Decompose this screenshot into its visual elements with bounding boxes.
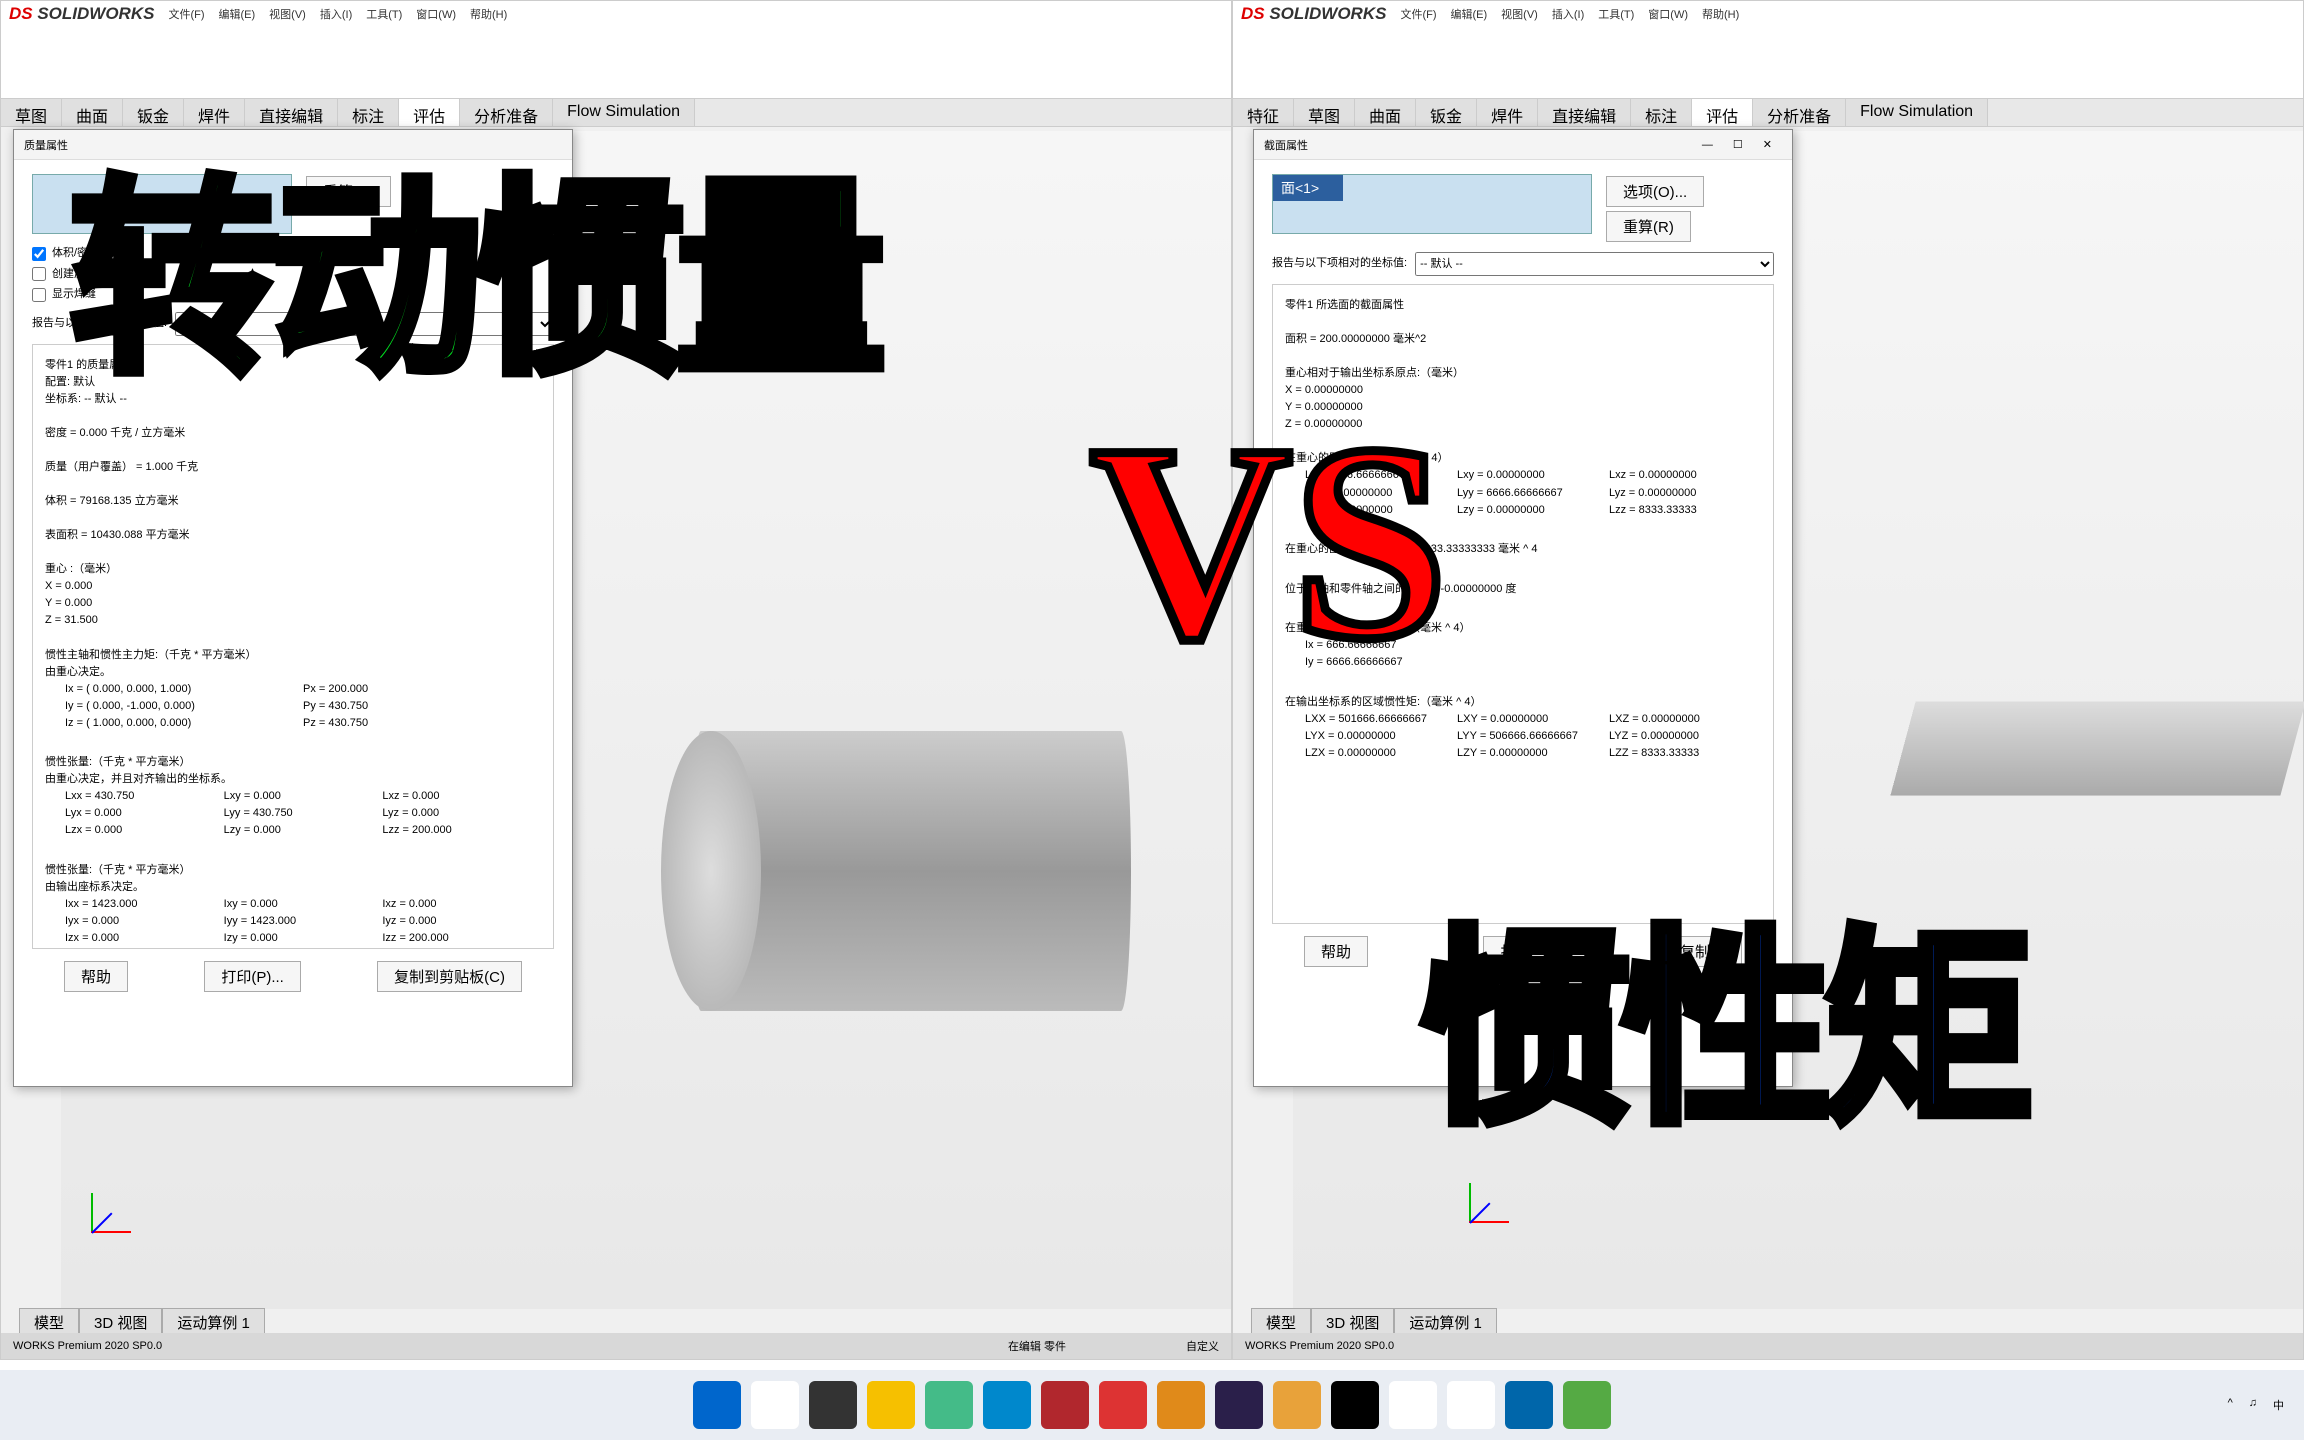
tab-sketch[interactable]: 草图 — [1294, 99, 1355, 126]
menu-tools[interactable]: 工具(T) — [1598, 6, 1634, 22]
report-label: 报告与以下项相对的坐标值: — [1272, 255, 1407, 273]
view-triad[interactable] — [85, 1167, 157, 1239]
solidworks-logo: SOLIDWORKS — [9, 4, 154, 24]
command-manager: 特征 草图 曲面 钣金 焊件 直接编辑 标注 评估 分析准备 Flow Simu… — [1233, 99, 2303, 127]
tab-weldment[interactable]: 焊件 — [184, 99, 245, 126]
menu-insert[interactable]: 插入(I) — [1552, 6, 1584, 22]
tab-feature[interactable]: 特征 — [1233, 99, 1294, 126]
taskview-icon[interactable] — [809, 1381, 857, 1429]
autocad-icon[interactable] — [1099, 1381, 1147, 1429]
chrome-icon[interactable] — [1389, 1381, 1437, 1429]
tab-sheetmetal[interactable]: 钣金 — [1416, 99, 1477, 126]
app-icon[interactable] — [983, 1381, 1031, 1429]
toolbar — [1233, 27, 2303, 51]
tab-flowsim[interactable]: Flow Simulation — [553, 99, 695, 126]
calculator-icon[interactable] — [1505, 1381, 1553, 1429]
dlg-title: 截面属性 — [1264, 137, 1308, 153]
menu-insert[interactable]: 插入(I) — [320, 6, 352, 22]
ribbon — [1, 51, 1231, 99]
tab-sheetmetal[interactable]: 钣金 — [123, 99, 184, 126]
tab-surface[interactable]: 曲面 — [1355, 99, 1416, 126]
check-volume[interactable]: 体积/密度 — [32, 245, 554, 263]
maximize-icon[interactable]: ☐ — [1733, 139, 1743, 151]
menu-edit[interactable]: 编辑(E) — [1451, 6, 1488, 22]
selection-box[interactable]: 面<1> — [1272, 174, 1592, 234]
ime-indicator[interactable]: 中 — [2273, 1397, 2284, 1413]
ansys-icon[interactable] — [1157, 1381, 1205, 1429]
premiere-icon[interactable] — [1215, 1381, 1263, 1429]
menu-edit[interactable]: 编辑(E) — [219, 6, 256, 22]
statusbar: WORKS Premium 2020 SP0.0 在编辑 零件 自定义 — [1, 1333, 1231, 1359]
check-centroid[interactable]: 创建质心 — [32, 266, 554, 284]
results: 零件1 所选面的截面属性 面积 = 200.00000000 毫米^2 重心相对… — [1272, 284, 1774, 924]
system-tray[interactable]: ^ ♫ 中 — [2228, 1397, 2284, 1413]
right-solidworks-window: SOLIDWORKS 文件(F) 编辑(E) 视图(V) 插入(I) 工具(T)… — [1232, 0, 2304, 1360]
app4-icon[interactable] — [1447, 1381, 1495, 1429]
solidworks-icon[interactable] — [1041, 1381, 1089, 1429]
menu-file[interactable]: 文件(F) — [1400, 6, 1436, 22]
tab-annotate[interactable]: 标注 — [1631, 99, 1692, 126]
help-button[interactable]: 帮助 — [1304, 936, 1368, 967]
recalc-button[interactable]: 重算(R) — [1606, 211, 1691, 242]
menu-file[interactable]: 文件(F) — [168, 6, 204, 22]
sound-icon[interactable]: ♫ — [2249, 1397, 2257, 1413]
menubar: SOLIDWORKS 文件(F) 编辑(E) 视图(V) 插入(I) 工具(T)… — [1233, 1, 2303, 27]
mass-properties-dialog: 质量属性 重算(R) 体积/密度 创建质心 显示焊缝 报告与以下项相对的坐标值:… — [13, 129, 573, 1087]
check-weldbead[interactable]: 显示焊缝 — [32, 286, 554, 304]
menu-tools[interactable]: 工具(T) — [366, 6, 402, 22]
toolbar — [1, 27, 1231, 51]
coord-select[interactable]: -- 默认 -- — [175, 312, 554, 336]
command-manager: 草图 曲面 钣金 焊件 直接编辑 标注 评估 分析准备 Flow Simulat… — [1, 99, 1231, 127]
view-triad[interactable] — [1463, 1157, 1535, 1229]
close-icon[interactable]: ✕ — [1763, 139, 1772, 151]
tab-evaluate[interactable]: 评估 — [1692, 99, 1753, 126]
tab-analysis[interactable]: 分析准备 — [460, 99, 553, 126]
print-button[interactable]: 打印 — [1483, 936, 1547, 967]
tab-flowsim[interactable]: Flow Simulation — [1846, 99, 1988, 126]
block-model — [1890, 701, 2304, 795]
menu-help[interactable]: 帮助(H) — [1702, 6, 1739, 22]
dlg-title: 质量属性 — [24, 137, 68, 153]
ribbon — [1233, 51, 2303, 99]
menu-help[interactable]: 帮助(H) — [470, 6, 507, 22]
recalc-button[interactable]: 重算(R) — [306, 176, 391, 207]
explorer-icon[interactable] — [867, 1381, 915, 1429]
tab-annotate[interactable]: 标注 — [338, 99, 399, 126]
tray-up-icon[interactable]: ^ — [2228, 1397, 2233, 1413]
tab-directedit[interactable]: 直接编辑 — [245, 99, 338, 126]
menubar: SOLIDWORKS 文件(F) 编辑(E) 视图(V) 插入(I) 工具(T)… — [1, 1, 1231, 27]
tab-sketch[interactable]: 草图 — [1, 99, 62, 126]
selection-box[interactable] — [32, 174, 292, 234]
coord-select[interactable]: -- 默认 -- — [1415, 252, 1774, 276]
report-label: 报告与以下项相对的坐标值: — [32, 315, 167, 333]
solidworks-logo: SOLIDWORKS — [1241, 4, 1386, 24]
tab-weldment[interactable]: 焊件 — [1477, 99, 1538, 126]
tab-directedit[interactable]: 直接编辑 — [1538, 99, 1631, 126]
wechat-icon[interactable] — [925, 1381, 973, 1429]
statusbar: WORKS Premium 2020 SP0.0 — [1233, 1333, 2303, 1359]
left-solidworks-window: SOLIDWORKS 文件(F) 编辑(E) 视图(V) 插入(I) 工具(T)… — [0, 0, 1232, 1360]
search-icon[interactable] — [751, 1381, 799, 1429]
tab-analysis[interactable]: 分析准备 — [1753, 99, 1846, 126]
menu-window[interactable]: 窗口(W) — [1648, 6, 1688, 22]
app3-icon[interactable] — [1331, 1381, 1379, 1429]
copy-button[interactable]: 复制到剪贴板(C) — [377, 961, 522, 992]
help-button[interactable]: 帮助 — [64, 961, 128, 992]
menu-view[interactable]: 视图(V) — [269, 6, 306, 22]
cylinder-model — [621, 691, 1181, 1031]
app5-icon[interactable] — [1563, 1381, 1611, 1429]
menu-window[interactable]: 窗口(W) — [416, 6, 456, 22]
print-button[interactable]: 打印(P)... — [204, 961, 301, 992]
copy-button[interactable]: 复制到 — [1663, 936, 1742, 967]
tab-surface[interactable]: 曲面 — [62, 99, 123, 126]
minimize-icon[interactable]: — — [1702, 139, 1713, 151]
results: 零件1 的质量属性 配置: 默认 坐标系: -- 默认 -- 密度 = 0.00… — [32, 344, 554, 949]
app2-icon[interactable] — [1273, 1381, 1321, 1429]
tab-evaluate[interactable]: 评估 — [399, 99, 460, 126]
windows-taskbar[interactable]: ^ ♫ 中 — [0, 1370, 2304, 1440]
menu-view[interactable]: 视图(V) — [1501, 6, 1538, 22]
section-properties-dialog: 截面属性 — ☐ ✕ 面<1> 选项(O)... 重算(R) 报告与以下项相对的坐标… — [1253, 129, 1793, 1087]
options-button[interactable]: 选项(O)... — [1606, 176, 1704, 207]
start-icon[interactable] — [693, 1381, 741, 1429]
